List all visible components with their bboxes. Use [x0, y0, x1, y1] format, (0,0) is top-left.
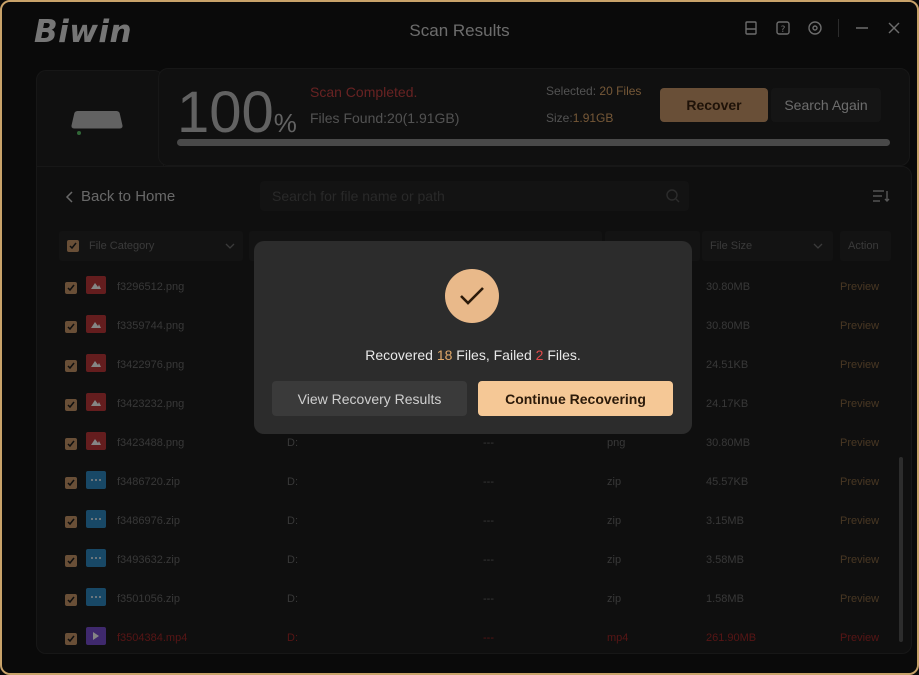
success-check-icon [445, 269, 499, 323]
continue-recovering-button[interactable]: Continue Recovering [478, 381, 673, 416]
recovery-summary: Recovered 18 Files, Failed 2 Files. [365, 347, 581, 363]
recovery-complete-dialog: Recovered 18 Files, Failed 2 Files. View… [254, 241, 692, 434]
recovered-count: 18 [436, 347, 453, 363]
app-window: Biwin Scan Results ? 100% Scan Completed… [0, 0, 919, 675]
view-recovery-results-button[interactable]: View Recovery Results [272, 381, 467, 416]
